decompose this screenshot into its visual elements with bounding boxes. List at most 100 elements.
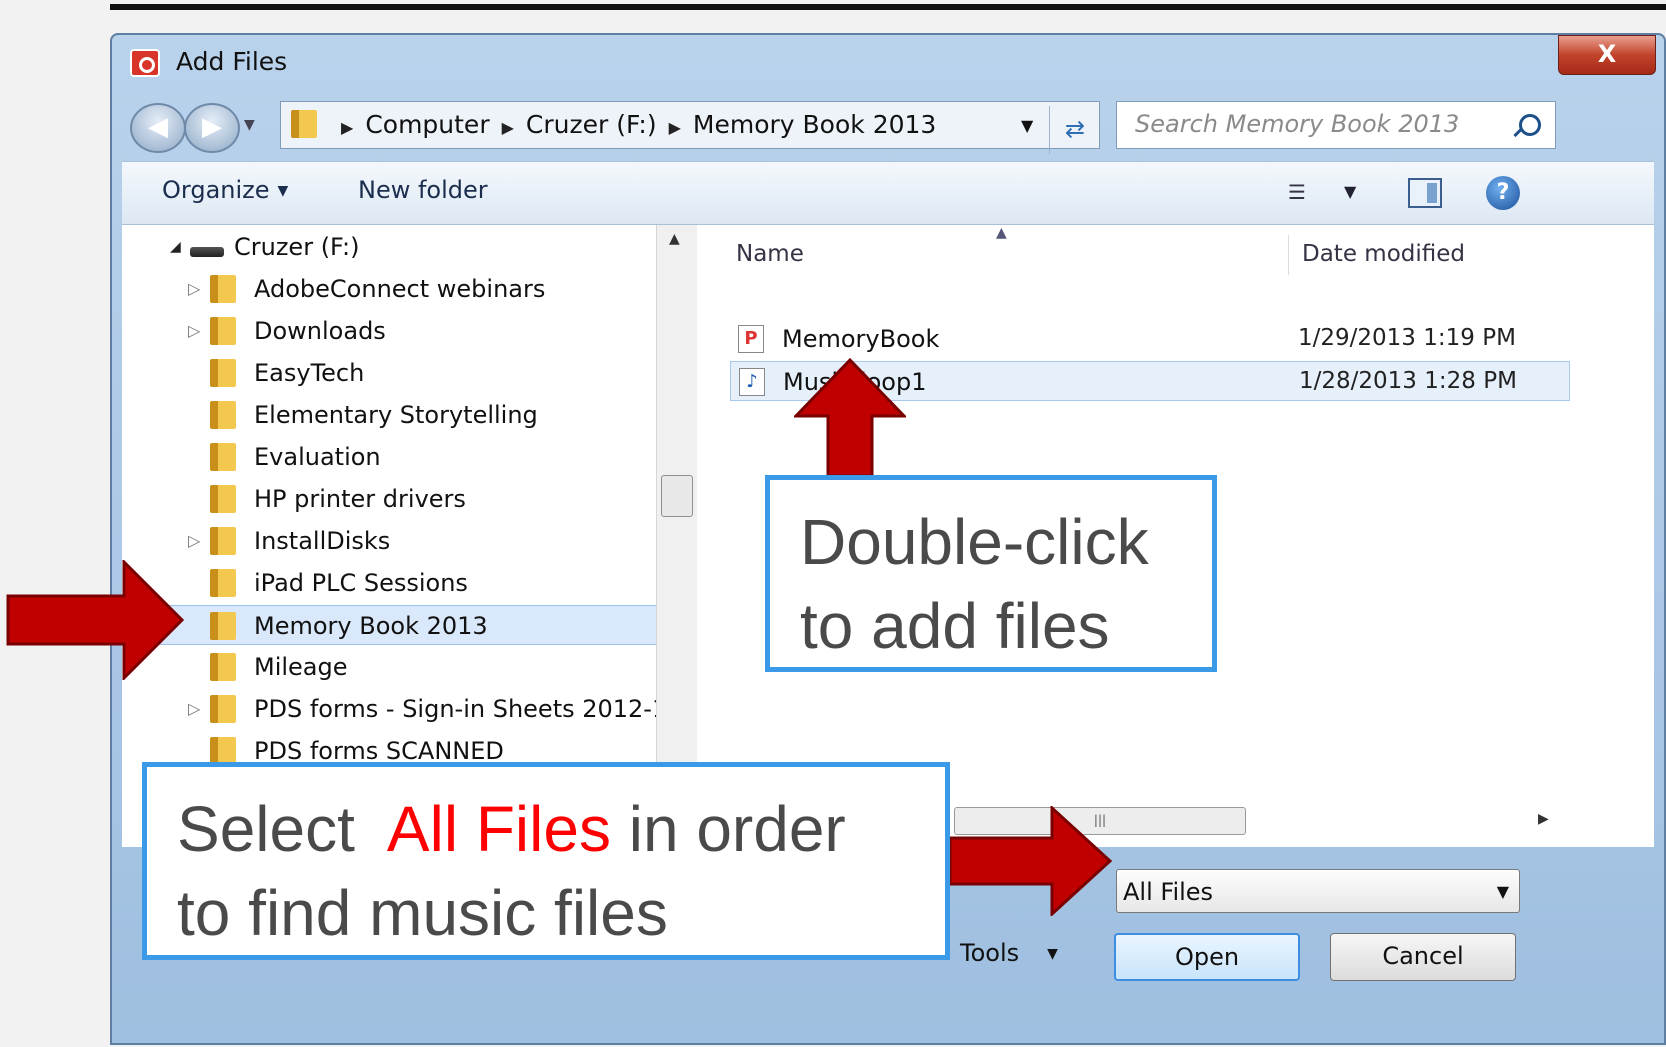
expand-arrow-icon[interactable]: ▷ (188, 531, 200, 550)
breadcrumb-separator-icon[interactable]: ▶ (669, 118, 681, 137)
new-folder-button[interactable]: New folder (358, 176, 488, 204)
tree-item[interactable]: Evaluation (122, 437, 656, 477)
preview-pane-icon[interactable] (1408, 178, 1442, 208)
change-view-icon[interactable]: ☰ (1288, 180, 1320, 206)
callout-highlight: All Files (386, 793, 611, 865)
search-icon[interactable] (1519, 114, 1541, 136)
tree-item-label: iPad PLC Sessions (254, 569, 468, 597)
column-divider[interactable] (1288, 235, 1289, 275)
folder-icon (210, 653, 236, 681)
arrow-left-pointer-icon (6, 560, 185, 680)
callout-line: to find music files (177, 877, 668, 949)
tree-item-label: Cruzer (F:) (234, 233, 360, 261)
powerpoint-icon: P (738, 325, 764, 353)
scroll-thumb[interactable] (661, 475, 693, 517)
callout-text: Select (177, 793, 373, 865)
tree-item[interactable]: ▷ PDS forms - Sign-in Sheets 2012-13 (122, 689, 656, 729)
folder-icon (210, 737, 236, 765)
column-header-date[interactable]: Date modified (1302, 241, 1465, 267)
folder-icon (210, 275, 236, 303)
tree-item-label: PDS forms - Sign-in Sheets 2012-13 (254, 695, 656, 723)
tree-item[interactable]: ▷ AdobeConnect webinars (122, 269, 656, 309)
tree-item-label: Evaluation (254, 443, 381, 471)
arrow-right-pointer-icon (948, 806, 1113, 916)
folder-icon (210, 485, 236, 513)
file-date: 1/29/2013 1:19 PM (1298, 325, 1516, 351)
breadcrumb-folder[interactable]: Memory Book 2013 (693, 110, 936, 139)
slide-top-rule (110, 4, 1666, 10)
folder-icon (210, 359, 236, 387)
command-bar: Organize ▼ New folder ☰ ▼ ? (122, 161, 1654, 225)
file-type-value: All Files (1123, 878, 1214, 906)
search-input[interactable]: Search Memory Book 2013 (1116, 101, 1556, 149)
tree-item-label: EasyTech (254, 359, 365, 387)
tree-item-label: Memory Book 2013 (254, 612, 488, 640)
navigation-pane: ◢ Cruzer (F:) ▷ AdobeConnect webinars ▷ … (122, 225, 656, 847)
chevron-down-icon: ▼ (1047, 946, 1058, 962)
organize-label: Organize (162, 176, 270, 204)
file-date: 1/28/2013 1:28 PM (1299, 368, 1517, 394)
folder-icon (210, 612, 236, 640)
expand-arrow-icon[interactable]: ▷ (188, 279, 200, 298)
app-icon (130, 49, 160, 77)
tree-item[interactable]: HP printer drivers (122, 479, 656, 519)
breadcrumb-separator-icon[interactable]: ▶ (502, 118, 514, 137)
tree-item-selected[interactable]: Memory Book 2013 (122, 605, 656, 645)
tree-item-label: InstallDisks (254, 527, 391, 555)
tree-item[interactable]: EasyTech (122, 353, 656, 393)
expand-arrow-icon[interactable]: ▷ (188, 699, 200, 718)
folder-icon (210, 695, 236, 723)
forward-button[interactable]: ▶ (184, 103, 240, 153)
column-header-name[interactable]: Name (736, 241, 804, 267)
chevron-down-icon: ▼ (1496, 882, 1509, 901)
open-button[interactable]: Open (1114, 933, 1300, 981)
tree-item-drive[interactable]: ◢ Cruzer (F:) (122, 227, 656, 267)
scroll-up-icon[interactable]: ▲ (669, 231, 680, 247)
collapse-arrow-icon[interactable]: ◢ (170, 239, 181, 255)
tree-item-label: Elementary Storytelling (254, 401, 538, 429)
title-bar: Add Files X (112, 35, 1664, 93)
address-row: ◀ ▶ ▼ ▶ Computer ▶ Cruzer (F:) ▶ Memory Book … (112, 97, 1664, 155)
tree-item[interactable]: Elementary Storytelling (122, 395, 656, 435)
file-type-select[interactable]: All Files ▼ (1116, 869, 1520, 913)
callout-double-click: Double-click to add files (765, 475, 1217, 672)
usb-drive-icon (190, 247, 224, 257)
address-dropdown-icon[interactable]: ▼ (1021, 116, 1033, 135)
folder-icon (210, 317, 236, 345)
breadcrumb: ▶ Computer ▶ Cruzer (F:) ▶ Memory Book 2013 (329, 110, 936, 139)
tree-item[interactable]: ▷ Downloads (122, 311, 656, 351)
file-row[interactable]: P MemoryBook 1/29/2013 1:19 PM (730, 319, 1570, 359)
arrow-up-pointer-icon (794, 358, 906, 478)
folder-icon (210, 569, 236, 597)
breadcrumb-computer[interactable]: Computer (365, 110, 489, 139)
tree-item[interactable]: ▷ InstallDisks (122, 521, 656, 561)
tree-item-label: Mileage (254, 653, 348, 681)
recent-pages-dropdown[interactable]: ▼ (244, 117, 255, 133)
tree-item-label: HP printer drivers (254, 485, 466, 513)
breadcrumb-drive[interactable]: Cruzer (F:) (526, 110, 657, 139)
refresh-icon[interactable]: ⇄ (1049, 106, 1100, 154)
callout-select-all-files: Select All Files in order to find music … (142, 762, 950, 960)
tree-item-label: Downloads (254, 317, 386, 345)
sort-ascending-icon: ▲ (996, 225, 1007, 241)
tree-item[interactable]: iPad PLC Sessions (122, 563, 656, 603)
organize-button[interactable]: Organize ▼ (162, 176, 288, 204)
back-button[interactable]: ◀ (130, 103, 186, 153)
dialog-title: Add Files (176, 47, 288, 76)
breadcrumb-separator-icon[interactable]: ▶ (341, 118, 353, 137)
chevron-down-icon: ▼ (277, 183, 289, 199)
scroll-right-icon[interactable]: ▶ (1538, 811, 1549, 827)
callout-line: Double-click (800, 506, 1149, 578)
address-bar[interactable]: ▶ Computer ▶ Cruzer (F:) ▶ Memory Book 2013 ▼… (280, 101, 1100, 154)
view-options-dropdown-icon[interactable]: ▼ (1344, 182, 1356, 201)
cancel-button[interactable]: Cancel (1330, 933, 1516, 981)
tree-item[interactable]: Mileage (122, 647, 656, 687)
tree-item-label: PDS forms SCANNED (254, 737, 504, 765)
folder-icon (210, 443, 236, 471)
tools-button[interactable]: Tools ▼ (960, 939, 1058, 967)
callout-text: in order (610, 793, 846, 865)
close-button[interactable]: X (1558, 35, 1656, 75)
navigation-scrollbar[interactable]: ▲ (656, 225, 697, 847)
expand-arrow-icon[interactable]: ▷ (188, 321, 200, 340)
help-icon[interactable]: ? (1486, 176, 1520, 210)
